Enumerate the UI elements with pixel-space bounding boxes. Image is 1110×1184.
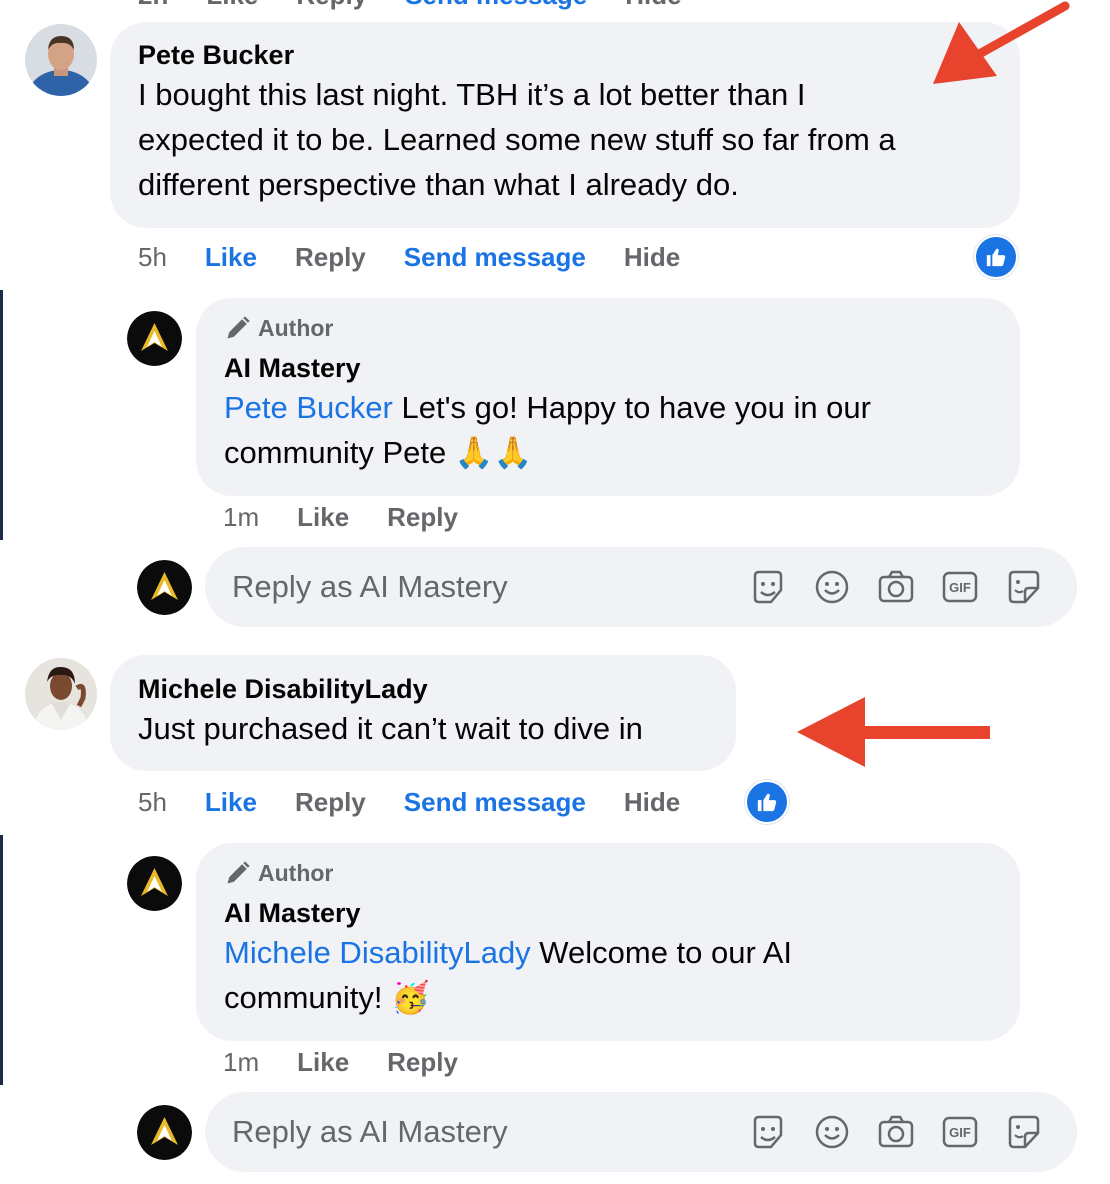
sticker-icon[interactable] [749,568,787,606]
reply-input[interactable]: Reply as AI Mastery GIF [205,547,1077,627]
left-edge-rule [0,290,3,540]
avatar-sticker-icon[interactable] [1005,1113,1043,1151]
like-button[interactable]: Like [297,1047,349,1078]
comment-bubble: Michele DisabilityLady Just purchased it… [110,655,736,771]
send-message-button[interactable]: Send message [404,242,586,273]
like-button[interactable]: Like [297,502,349,533]
author-badge-label: Author [258,859,334,886]
avatar-ai-mastery[interactable] [127,856,182,911]
timestamp: 1m [223,502,260,532]
reply-text: Let's go! Happy to have you in our [392,390,871,425]
comment-text-line: expected it to be. Learned some new stuf… [138,122,896,157]
reply-button[interactable]: Reply [295,787,366,818]
comment-bubble: Pete Bucker I bought this last night. TB… [110,22,1020,228]
author-badge: Author [224,313,992,343]
timestamp: 1m [223,1047,260,1077]
reply-link[interactable]: Reply [296,0,367,10]
gif-icon[interactable]: GIF [941,1113,979,1151]
avatar-pete-bucker[interactable] [25,24,97,96]
comment-text-line: I bought this last night. TBH it’s a lot… [138,77,806,112]
comment-text-line: Just purchased it can’t wait to dive in [138,711,643,746]
hide-link[interactable]: Hide [625,0,681,10]
reply-bubble: Author AI Mastery Pete Bucker Let's go! … [196,298,1020,496]
avatar-ai-mastery [137,560,192,615]
mention-link[interactable]: Pete Bucker [224,390,393,425]
reply-author[interactable]: AI Mastery [224,351,992,385]
reply-author[interactable]: AI Mastery [224,896,992,930]
reply-bubble: Author AI Mastery Michele DisabilityLady… [196,843,1020,1041]
svg-text:GIF: GIF [949,580,971,595]
comment-actions: 5h Like Reply Send message Hide [138,242,718,273]
send-message-button[interactable]: Send message [404,787,586,818]
camera-icon[interactable] [877,1113,915,1151]
red-arrow [797,697,990,767]
reply-text: community Pete [224,435,447,470]
reply-button[interactable]: Reply [387,1047,458,1078]
send-message-link[interactable]: Send message [405,0,587,10]
avatar-sticker-icon[interactable] [1005,568,1043,606]
pencil-icon [227,861,250,884]
reply-text: Welcome to our AI [530,935,793,970]
timestamp: 5h [138,787,167,817]
avatar-michele-disabilitylady[interactable] [25,658,97,730]
like-button[interactable]: Like [205,242,257,273]
reply-input-placeholder: Reply as AI Mastery [232,1114,508,1149]
author-badge: Author [224,858,992,888]
sticker-icon[interactable] [749,1113,787,1151]
previous-comment-actions: 2h Like Reply Send message Hide [138,0,720,11]
avatar-ai-mastery [137,1105,192,1160]
camera-icon[interactable] [877,568,915,606]
reply-input-placeholder: Reply as AI Mastery [232,569,508,604]
reply-input[interactable]: Reply as AI Mastery GIF [205,1092,1077,1172]
like-button[interactable]: Like [205,787,257,818]
comment-author[interactable]: Michele DisabilityLady [138,672,708,706]
partying-face-emoji: 🥳 [391,980,430,1015]
reply-button[interactable]: Reply [295,242,366,273]
hide-button[interactable]: Hide [624,242,680,273]
gif-icon[interactable]: GIF [941,568,979,606]
comment-author[interactable]: Pete Bucker [138,38,992,72]
hide-button[interactable]: Hide [624,787,680,818]
reply-actions: 1m Like Reply [223,1047,496,1078]
red-arrow [933,1,1070,84]
reply-button[interactable]: Reply [387,502,458,533]
mention-link[interactable]: Michele DisabilityLady [224,935,531,970]
reply-actions: 1m Like Reply [223,502,496,533]
like-link[interactable]: Like [206,0,258,10]
praying-hands-emoji: 🙏🙏 [454,435,533,470]
emoji-icon[interactable] [813,568,851,606]
emoji-icon[interactable] [813,1113,851,1151]
like-reaction-icon[interactable] [745,780,789,824]
comment-actions: 5h Like Reply Send message Hide [138,787,718,818]
timestamp: 5h [138,242,167,272]
avatar-ai-mastery[interactable] [127,311,182,366]
reply-text: community! [224,980,383,1015]
author-badge-label: Author [258,314,334,341]
comment-text-line: different perspective than what I alread… [138,167,739,202]
timestamp: 2h [138,0,168,10]
pencil-icon [227,316,250,339]
svg-text:GIF: GIF [949,1125,971,1140]
like-reaction-icon[interactable] [974,235,1018,279]
left-edge-rule [0,835,3,1085]
